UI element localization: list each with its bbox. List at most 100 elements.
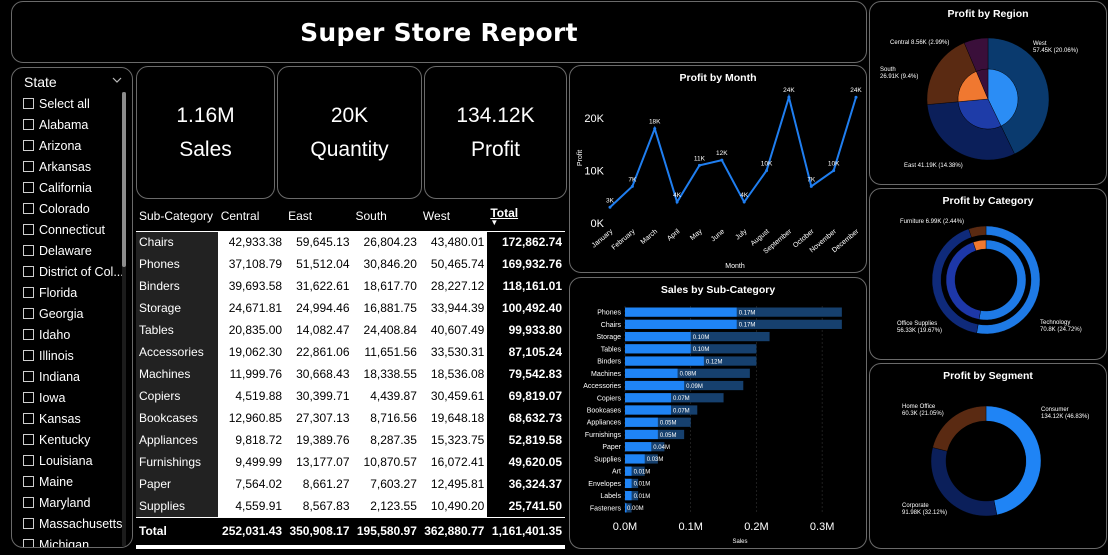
category-inner-slice[interactable] (945, 241, 981, 320)
checkbox[interactable] (23, 182, 34, 193)
slicer-item[interactable]: Delaware (23, 240, 123, 261)
profit-by-segment-chart[interactable]: Profit by Segment Consumer 134.12K (46.83… (869, 363, 1107, 549)
profit-by-month-chart[interactable]: Profit by Month 0K 10K 20K Profit Month 3K Jan… (569, 65, 867, 273)
table-row[interactable]: Paper 7,564.02 8,661.27 7,603.27 12,495.81 36… (136, 473, 565, 495)
slicer-item[interactable]: California (23, 177, 123, 198)
data-point[interactable] (675, 200, 679, 204)
segment-slice[interactable] (930, 447, 998, 517)
slicer-item[interactable]: Illinois (23, 345, 123, 366)
table-row[interactable]: Copiers 4,519.88 30,399.71 4,439.87 30,459.6… (136, 385, 565, 407)
checkbox[interactable] (23, 98, 34, 109)
table-row[interactable]: Binders 39,693.58 31,622.61 18,617.70 28,227… (136, 275, 565, 297)
checkbox[interactable] (23, 434, 34, 445)
sales-bar[interactable] (625, 429, 658, 440)
checkbox[interactable] (23, 119, 34, 130)
sales-bar[interactable] (625, 405, 671, 415)
slicer-item[interactable]: Georgia (23, 303, 123, 324)
slicer-item[interactable]: Massachusetts (23, 513, 123, 534)
checkbox[interactable] (23, 140, 34, 151)
slicer-item[interactable]: Arizona (23, 135, 123, 156)
slicer-item[interactable]: Michigan (23, 534, 123, 547)
sales-bar[interactable] (625, 368, 678, 378)
sales-bar[interactable] (625, 491, 632, 501)
slicer-item[interactable]: Maryland (23, 492, 123, 513)
data-point[interactable] (630, 184, 634, 188)
sales-bar[interactable] (625, 442, 652, 452)
slicer-item[interactable]: Maine (23, 471, 123, 492)
table-row[interactable]: Tables 20,835.00 14,082.47 24,408.84 40,607.… (136, 319, 565, 341)
sales-bar[interactable] (625, 344, 691, 354)
checkbox[interactable] (23, 518, 34, 529)
data-point[interactable] (787, 95, 791, 99)
slicer-item[interactable]: Kansas (23, 408, 123, 429)
column-header[interactable]: Central (217, 201, 286, 232)
slicer-item[interactable]: Louisiana (23, 450, 123, 471)
data-point[interactable] (697, 163, 701, 167)
data-point[interactable] (720, 158, 724, 162)
checkbox[interactable] (23, 413, 34, 424)
category-slice[interactable] (968, 225, 987, 238)
table-row[interactable]: Chairs 42,933.38 59,645.13 26,804.23 43,480.… (136, 231, 565, 253)
sort-descending-icon[interactable]: ▼ (490, 218, 562, 226)
checkbox[interactable] (23, 203, 34, 214)
table-row[interactable]: Storage 24,671.81 24,994.46 16,881.75 33,944… (136, 297, 565, 319)
table-row[interactable]: Phones 37,108.79 51,512.04 30,846.20 50,465.… (136, 253, 565, 275)
column-header[interactable]: East (285, 201, 353, 232)
sales-by-subcategory-chart[interactable]: Sales by Sub-Category 0.0M 0.1M 0.2M 0.3M Sa… (569, 277, 867, 549)
checkbox[interactable] (23, 329, 34, 340)
slicer-scrollbar-thumb[interactable] (122, 92, 126, 267)
profit-line-series[interactable] (609, 93, 857, 209)
checkbox[interactable] (23, 392, 34, 403)
sales-bar[interactable] (625, 466, 632, 476)
sales-bar[interactable] (625, 307, 737, 317)
data-point[interactable] (765, 169, 769, 173)
category-inner-slice[interactable] (978, 239, 1027, 321)
column-header[interactable]: West (419, 201, 488, 232)
data-point[interactable] (608, 205, 612, 209)
data-point[interactable] (742, 200, 746, 204)
slicer-item[interactable]: Florida (23, 282, 123, 303)
data-point[interactable] (809, 184, 813, 188)
slicer-item[interactable]: District of Col... (23, 261, 123, 282)
data-point[interactable] (832, 169, 836, 173)
slicer-item[interactable]: Select all (23, 93, 123, 114)
column-header[interactable]: Total ▼ (487, 201, 565, 232)
checkbox[interactable] (23, 161, 34, 172)
sales-bar[interactable] (625, 331, 691, 342)
data-point[interactable] (854, 95, 858, 99)
checkbox[interactable] (23, 476, 34, 487)
segment-slice[interactable] (985, 405, 1042, 516)
checkbox[interactable] (23, 266, 34, 277)
table-row[interactable]: Supplies 4,559.91 8,567.83 2,123.55 10,490.2… (136, 495, 565, 517)
checkbox[interactable] (23, 455, 34, 466)
checkbox[interactable] (23, 350, 34, 361)
sales-bar[interactable] (625, 417, 658, 427)
checkbox[interactable] (23, 497, 34, 508)
checkbox[interactable] (23, 308, 34, 319)
slicer-item[interactable]: Arkansas (23, 156, 123, 177)
sales-bar[interactable] (625, 319, 737, 329)
sales-bar[interactable] (625, 478, 632, 489)
checkbox[interactable] (23, 287, 34, 298)
checkbox[interactable] (23, 371, 34, 382)
table-row[interactable]: Accessories 19,062.30 22,861.06 11,651.56 33… (136, 341, 565, 363)
profit-by-category-chart[interactable]: Profit by Category Technology 70.8K (24.7… (869, 188, 1107, 360)
slicer-item[interactable]: Connecticut (23, 219, 123, 240)
checkbox[interactable] (23, 539, 34, 547)
sales-bar[interactable] (625, 380, 685, 391)
chevron-down-icon[interactable] (112, 77, 122, 83)
table-row[interactable]: Furnishings 9,499.99 13,177.07 10,870.57 16,… (136, 451, 565, 473)
slicer-item[interactable]: Idaho (23, 324, 123, 345)
slicer-item[interactable]: Indiana (23, 366, 123, 387)
checkbox[interactable] (23, 245, 34, 256)
column-header[interactable]: Sub-Category (136, 201, 218, 232)
sales-bar[interactable] (625, 356, 704, 366)
slicer-item[interactable]: Colorado (23, 198, 123, 219)
data-point[interactable] (653, 127, 657, 131)
table-row[interactable]: Bookcases 12,960.85 27,307.13 8,716.56 19,64… (136, 407, 565, 429)
slicer-item[interactable]: Kentucky (23, 429, 123, 450)
checkbox[interactable] (23, 224, 34, 235)
slicer-item[interactable]: Iowa (23, 387, 123, 408)
sales-bar[interactable] (625, 393, 671, 403)
state-slicer[interactable]: State Select all Alabama Arizona Arkansas Ca… (11, 67, 133, 548)
